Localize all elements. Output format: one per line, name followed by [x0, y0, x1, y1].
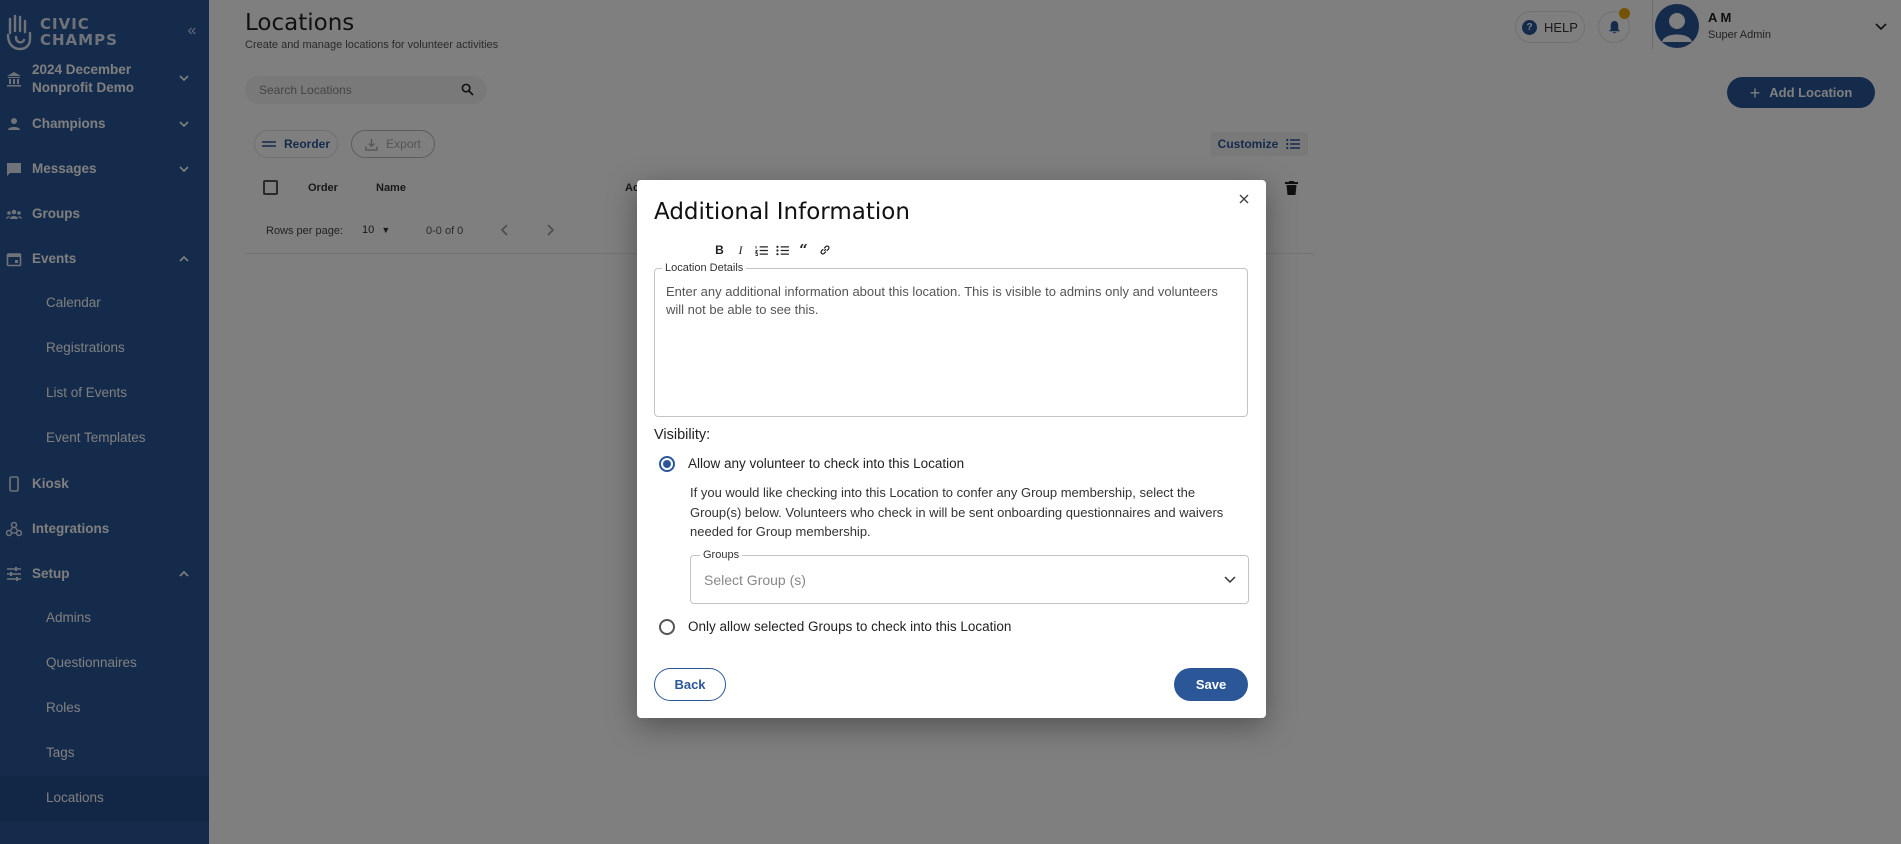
- rich-text-toolbar: B I “: [709, 241, 835, 259]
- back-button[interactable]: Back: [654, 668, 726, 701]
- location-details-placeholder: Enter any additional information about t…: [666, 284, 1218, 317]
- ordered-list-icon[interactable]: [751, 242, 772, 258]
- radio-allow-any-label[interactable]: Allow any volunteer to check into this L…: [688, 456, 964, 471]
- radio-allow-any-volunteer[interactable]: [659, 456, 675, 472]
- bullet-list-icon[interactable]: [772, 242, 793, 258]
- location-details-field[interactable]: Location Details Enter any additional in…: [654, 262, 1248, 417]
- close-icon[interactable]: [1237, 192, 1251, 206]
- additional-information-dialog: Additional Information B I “ Location De…: [637, 180, 1266, 718]
- chevron-down-icon: [1224, 576, 1236, 584]
- radio-only-selected-groups[interactable]: [659, 619, 675, 635]
- visibility-label: Visibility:: [654, 427, 711, 443]
- location-details-label: Location Details: [662, 262, 747, 274]
- groups-help-text: If you would like checking into this Loc…: [690, 485, 1224, 539]
- bold-icon[interactable]: B: [709, 242, 730, 258]
- italic-icon[interactable]: I: [730, 242, 751, 258]
- groups-label: Groups: [700, 549, 743, 561]
- groups-select[interactable]: Groups Select Group (s): [690, 549, 1249, 604]
- dialog-title: Additional Information: [654, 199, 910, 225]
- radio-only-selected-label[interactable]: Only allow selected Groups to check into…: [688, 619, 1011, 634]
- link-icon[interactable]: [814, 242, 835, 258]
- save-button[interactable]: Save: [1174, 668, 1248, 701]
- groups-placeholder: Select Group (s): [704, 572, 806, 588]
- quote-icon[interactable]: “: [793, 241, 814, 259]
